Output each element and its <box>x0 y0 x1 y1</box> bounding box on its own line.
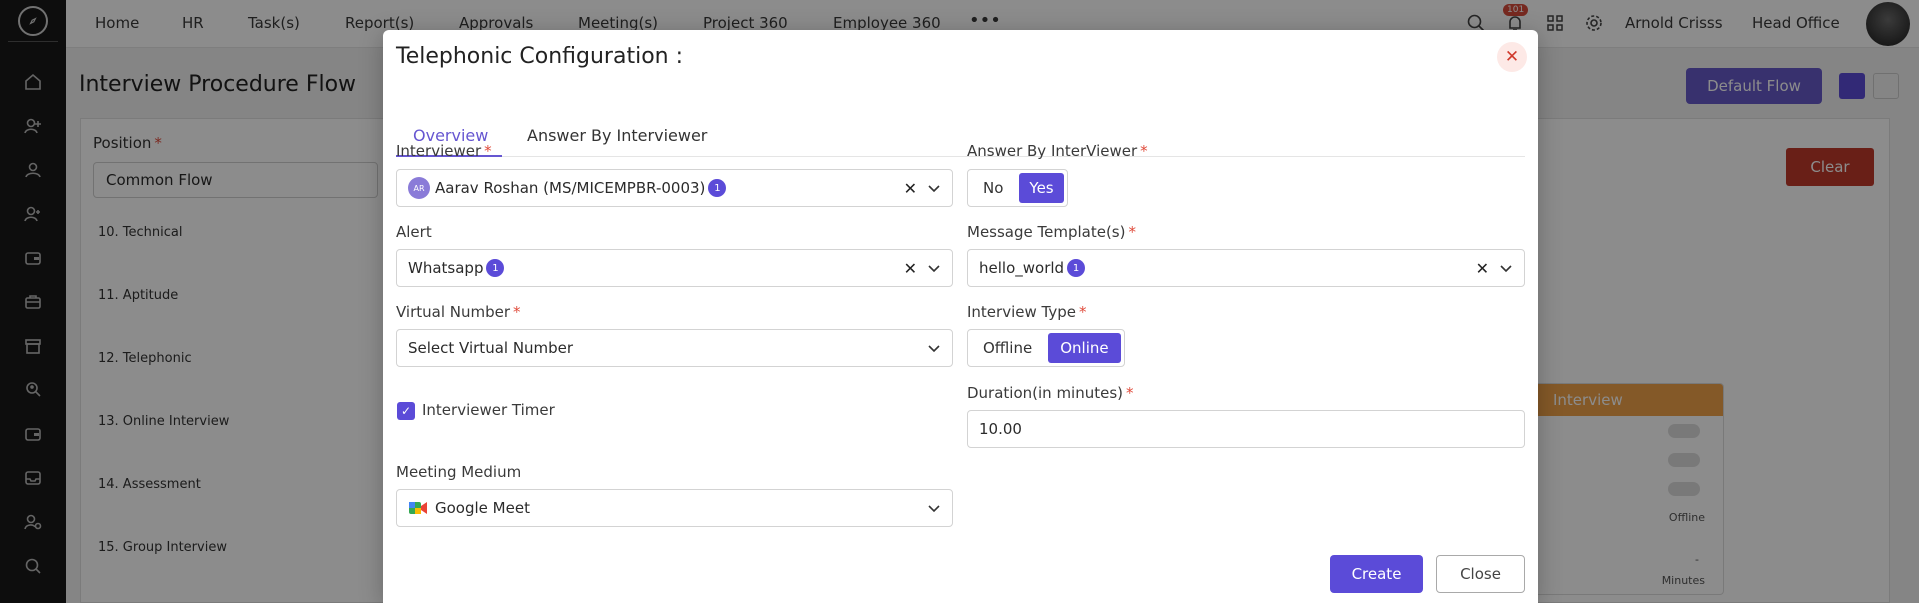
create-button[interactable]: Create <box>1330 555 1423 593</box>
clear-icon[interactable]: ✕ <box>1476 259 1489 278</box>
interview-type-label: Interview Type * <box>967 303 1087 321</box>
meeting-medium-label: Meeting Medium <box>396 463 522 481</box>
message-template-select[interactable]: hello_world 1 ✕ <box>967 249 1525 287</box>
alert-label: Alert <box>396 223 432 241</box>
answer-by-interviewer-label: Answer By InterViewer * <box>967 142 1148 160</box>
google-meet-icon <box>408 500 428 516</box>
avatar: AR <box>408 177 430 199</box>
meeting-medium-value: Google Meet <box>435 499 530 517</box>
alert-select[interactable]: Whatsapp 1 ✕ <box>396 249 953 287</box>
virtual-number-label: Virtual Number * <box>396 303 521 321</box>
interviewer-timer-label: Interviewer Timer <box>422 401 555 419</box>
close-icon[interactable]: ✕ <box>1497 42 1527 72</box>
answer-no-option[interactable]: No <box>971 173 1015 203</box>
answer-by-interviewer-toggle: No Yes <box>967 169 1068 207</box>
virtual-number-placeholder: Select Virtual Number <box>408 339 574 357</box>
chevron-down-icon[interactable] <box>927 501 941 515</box>
interviewer-value: Aarav Roshan (MS/MICEMPBR-0003) <box>435 179 706 197</box>
offline-option[interactable]: Offline <box>971 333 1044 363</box>
message-template-label: Message Template(s) * <box>967 223 1136 241</box>
selected-count-badge: 1 <box>486 259 505 277</box>
message-template-value: hello_world <box>979 259 1065 277</box>
chevron-down-icon[interactable] <box>927 181 941 195</box>
duration-input[interactable]: 10.00 <box>967 410 1525 448</box>
chevron-down-icon[interactable] <box>927 261 941 275</box>
modal-title: Telephonic Configuration : <box>396 44 683 69</box>
tab-answer-by-interviewer[interactable]: Answer By Interviewer <box>527 126 707 156</box>
meeting-medium-select[interactable]: Google Meet <box>396 489 953 527</box>
virtual-number-select[interactable]: Select Virtual Number <box>396 329 953 367</box>
clear-icon[interactable]: ✕ <box>904 259 917 278</box>
chevron-down-icon[interactable] <box>1499 261 1513 275</box>
online-option[interactable]: Online <box>1048 333 1121 363</box>
answer-yes-option[interactable]: Yes <box>1019 173 1064 203</box>
duration-value: 10.00 <box>979 420 1022 438</box>
interview-type-toggle: Offline Online <box>967 329 1125 367</box>
clear-icon[interactable]: ✕ <box>904 179 917 198</box>
selected-count-badge: 1 <box>708 179 727 197</box>
interviewer-select[interactable]: AR Aarav Roshan (MS/MICEMPBR-0003) 1 ✕ <box>396 169 953 207</box>
interviewer-label: Interviewer * <box>396 142 492 160</box>
close-button[interactable]: Close <box>1436 555 1525 593</box>
chevron-down-icon[interactable] <box>927 341 941 355</box>
selected-count-badge: 1 <box>1067 259 1086 277</box>
tab-bar: Overview Answer By Interviewer <box>396 88 1525 157</box>
alert-value: Whatsapp <box>408 259 484 277</box>
interviewer-timer-checkbox[interactable]: ✓ <box>397 402 415 420</box>
telephonic-configuration-dialog: Telephonic Configuration : ✕ Overview An… <box>383 30 1538 603</box>
duration-label: Duration(in minutes) * <box>967 384 1134 402</box>
